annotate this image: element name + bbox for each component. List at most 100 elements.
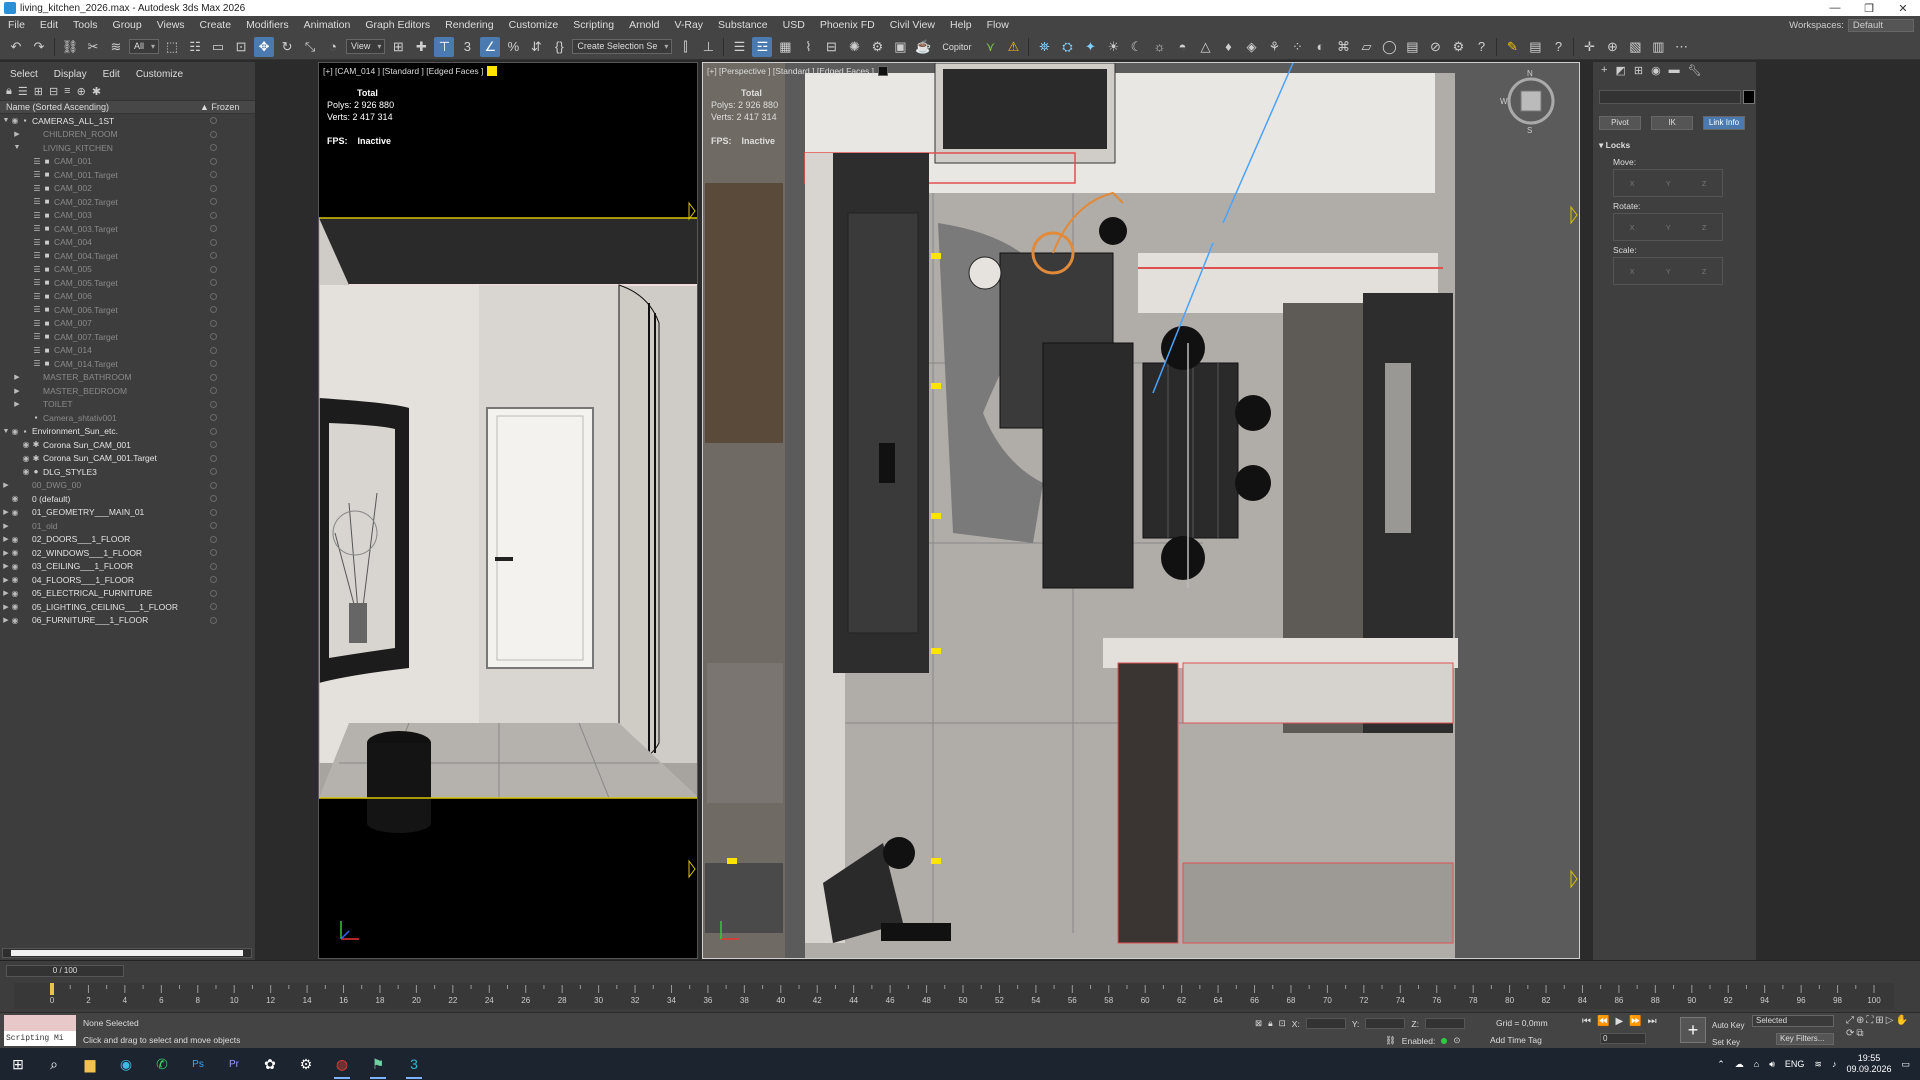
- column-name-header[interactable]: Name (Sorted Ascending): [6, 102, 109, 112]
- visibility-toggle-icon[interactable]: ☰: [32, 238, 42, 247]
- spinner-snap-icon[interactable]: ⇵: [526, 37, 546, 57]
- rotate-lock-y[interactable]: Y: [1666, 223, 1671, 232]
- percent-snap-icon[interactable]: %: [503, 37, 523, 57]
- copilot-icon[interactable]: ⚑: [360, 1048, 396, 1080]
- scene-tree-row[interactable]: ▪ Camera_shtativ001: [0, 411, 255, 425]
- visibility-toggle-icon[interactable]: ◉: [10, 548, 20, 557]
- maxscript-listener[interactable]: Scripting Mi: [4, 1015, 76, 1047]
- scale-lock-x[interactable]: X: [1630, 267, 1635, 276]
- visibility-toggle-icon[interactable]: ☰: [32, 184, 42, 193]
- menu-customize[interactable]: Customize: [509, 19, 559, 31]
- freeze-toggle-icon[interactable]: [210, 306, 217, 313]
- close-button[interactable]: ✕: [1886, 2, 1920, 15]
- vray-render-icon[interactable]: ⛯: [1034, 37, 1054, 57]
- expand-toggle-icon[interactable]: ▶: [2, 589, 10, 597]
- align-icon[interactable]: ⊥: [698, 37, 718, 57]
- scene-object-name[interactable]: Corona Sun_CAM_001: [43, 440, 131, 450]
- select-by-name-icon[interactable]: ☷: [185, 37, 205, 57]
- viewport-label-text[interactable]: [+] [CAM_014 ] [Standard ] [Edged Faces …: [323, 66, 483, 76]
- scene-object-name[interactable]: Corona Sun_CAM_001.Target: [43, 453, 157, 463]
- unlink-icon[interactable]: ✂: [83, 37, 103, 57]
- freeze-toggle-icon[interactable]: [210, 454, 217, 462]
- start-icon[interactable]: ⊞: [0, 1048, 36, 1080]
- scene-object-name[interactable]: CAM_001: [54, 156, 92, 166]
- menu-phoenix-fd[interactable]: Phoenix FD: [820, 19, 875, 31]
- move-lock-z[interactable]: Z: [1702, 179, 1707, 188]
- expand-toggle-icon[interactable]: ▶: [13, 373, 21, 381]
- vray-sphere-icon[interactable]: ◯: [1379, 37, 1399, 57]
- scene-tree-row[interactable]: ▼ ◉ ▪ CAMERAS_ALL_1ST: [0, 114, 255, 128]
- visibility-toggle-icon[interactable]: ☰: [32, 278, 42, 287]
- scene-object-name[interactable]: CAM_002: [54, 183, 92, 193]
- scene-object-name[interactable]: 04_FLOORS___1_FLOOR: [32, 575, 134, 585]
- absolute-mode-icon[interactable]: ⊡: [1279, 1018, 1286, 1029]
- object-color-swatch[interactable]: [1743, 90, 1755, 104]
- visibility-toggle-icon[interactable]: ◉: [21, 454, 31, 463]
- freeze-toggle-icon[interactable]: [210, 198, 217, 205]
- network-icon[interactable]: ⌂: [1754, 1059, 1759, 1069]
- menu-flow[interactable]: Flow: [987, 19, 1009, 31]
- menu-arnold[interactable]: Arnold: [629, 19, 659, 31]
- menu-group[interactable]: Group: [113, 19, 142, 31]
- bind-space-warp-icon[interactable]: ≋: [106, 37, 126, 57]
- freeze-toggle-icon[interactable]: [210, 346, 217, 354]
- pivot-button[interactable]: Pivot: [1599, 116, 1641, 130]
- scene-object-name[interactable]: MASTER_BEDROOM: [43, 386, 127, 396]
- freeze-toggle-icon[interactable]: [210, 211, 217, 219]
- expand-toggle-icon[interactable]: ▶: [2, 481, 10, 489]
- scene-object-name[interactable]: CAM_005.Target: [54, 278, 118, 288]
- visibility-toggle-icon[interactable]: ◉: [10, 589, 20, 598]
- scene-tree-row[interactable]: ☰ ■ CAM_007: [0, 317, 255, 331]
- motion-tab-icon[interactable]: ◉: [1651, 64, 1661, 77]
- scene-object-name[interactable]: 06_FURNITURE___1_FLOOR: [32, 615, 148, 625]
- select-object-icon[interactable]: ⬚: [162, 37, 182, 57]
- maximize-viewport-icon[interactable]: ⧉: [1856, 1028, 1863, 1039]
- scene-tree-row[interactable]: ▶ ◉ 02_DOORS___1_FLOOR: [0, 533, 255, 547]
- ik-button[interactable]: IK: [1651, 116, 1693, 130]
- visibility-toggle-icon[interactable]: ◉: [10, 616, 20, 625]
- notifications-icon[interactable]: ▭: [1901, 1059, 1910, 1070]
- scene-tree-row[interactable]: ☰ ■ CAM_001.Target: [0, 168, 255, 182]
- scene-object-name[interactable]: CAM_014: [54, 345, 92, 355]
- toggle-ribbon-icon[interactable]: ▦: [775, 37, 795, 57]
- scene-object-name[interactable]: 02_DOORS___1_FLOOR: [32, 534, 130, 544]
- freeze-toggle-icon[interactable]: [210, 562, 217, 570]
- hierarchy-icon[interactable]: ⊟: [49, 85, 58, 98]
- create-tab-icon[interactable]: +: [1601, 64, 1607, 76]
- selection-region-icon[interactable]: ▭: [208, 37, 228, 57]
- vray-camera-icon[interactable]: ⌘: [1333, 37, 1353, 57]
- enabled-indicator[interactable]: [1441, 1037, 1448, 1044]
- volume-icon[interactable]: 🔊︎: [1769, 1059, 1775, 1070]
- moon-icon[interactable]: ☾: [1126, 37, 1146, 57]
- visibility-toggle-icon[interactable]: ☰: [32, 265, 42, 274]
- scene-tree-row[interactable]: ▶ ◉ 05_LIGHTING_CEILING___1_FLOOR: [0, 600, 255, 614]
- clock[interactable]: 19:55 09.09.2026: [1846, 1053, 1891, 1075]
- scene-object-name[interactable]: CAM_007.Target: [54, 332, 118, 342]
- named-selection-dropdown[interactable]: Create Selection Se: [572, 39, 673, 54]
- warning-icon[interactable]: ⚠: [1003, 37, 1023, 57]
- freeze-toggle-icon[interactable]: [210, 468, 217, 475]
- scene-tree-row[interactable]: ▶ TOILET: [0, 398, 255, 412]
- scene-object-name[interactable]: 00_DWG_00: [32, 480, 81, 490]
- vray-help-icon[interactable]: ?: [1471, 37, 1491, 57]
- scene-tree-row[interactable]: ☰ ■ CAM_006.Target: [0, 303, 255, 317]
- vray-plane-icon[interactable]: ▱: [1356, 37, 1376, 57]
- column-frozen-header[interactable]: ▲ Frozen: [200, 102, 239, 112]
- menu-usd[interactable]: USD: [783, 19, 805, 31]
- scene-object-name[interactable]: CAM_002.Target: [54, 197, 118, 207]
- scene-object-name[interactable]: CAM_004.Target: [54, 251, 118, 261]
- pan-icon[interactable]: ✋: [1895, 1015, 1907, 1026]
- undo-icon[interactable]: ↶: [6, 37, 26, 57]
- sun-icon[interactable]: ☼: [1149, 37, 1169, 57]
- scene-object-name[interactable]: Environment_Sun_etc.: [32, 426, 118, 436]
- scene-tree-row[interactable]: ◉ 0 (default): [0, 492, 255, 506]
- scale-lock-y[interactable]: Y: [1666, 267, 1671, 276]
- explorer-menu-edit[interactable]: Edit: [103, 69, 120, 80]
- x-coordinate-field[interactable]: [1305, 1018, 1346, 1029]
- wifi-icon[interactable]: ≋: [1814, 1059, 1822, 1070]
- angle-snap-icon[interactable]: ∠: [480, 36, 501, 57]
- rotate-lock-x[interactable]: X: [1630, 223, 1635, 232]
- scene-tree-row[interactable]: ☰ ■ CAM_003: [0, 209, 255, 223]
- freeze-toggle-icon[interactable]: [210, 319, 217, 327]
- freeze-toggle-icon[interactable]: [210, 171, 217, 178]
